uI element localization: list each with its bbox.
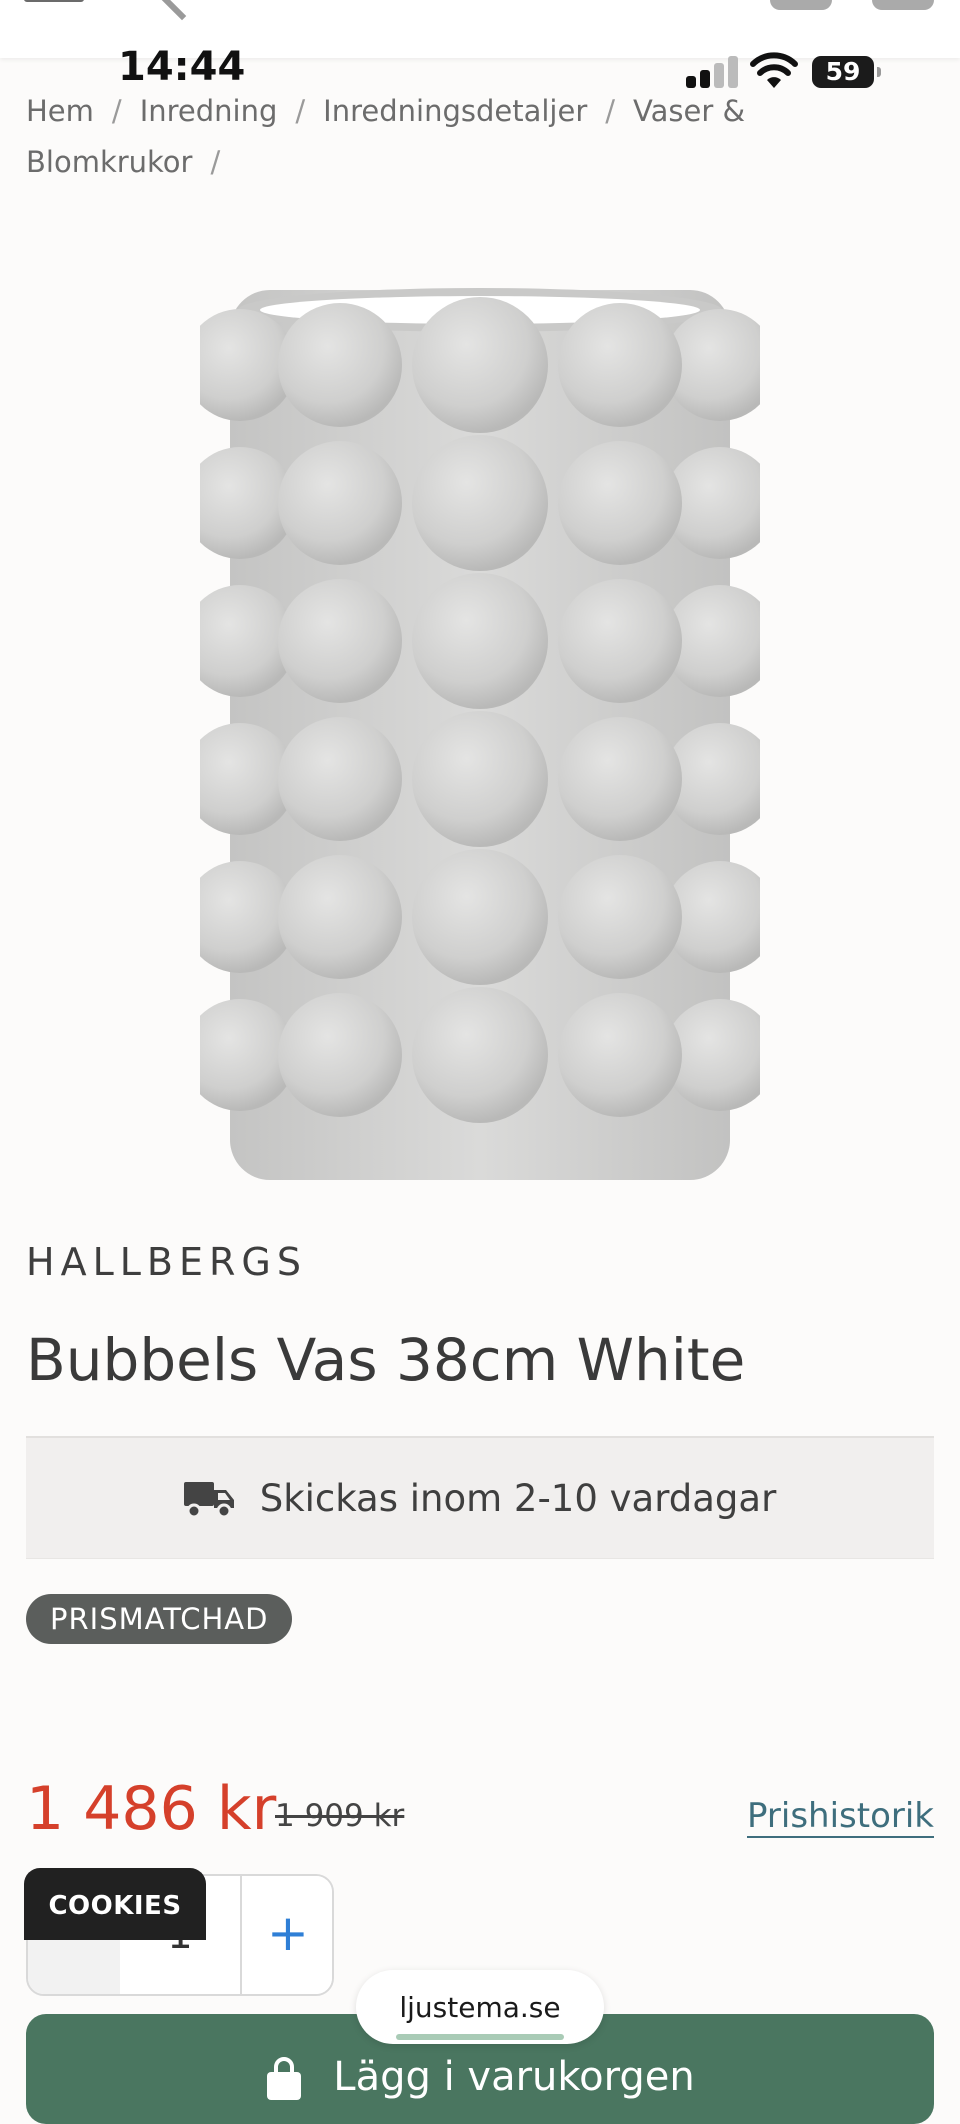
breadcrumb-item-inredningsdetaljer[interactable]: Inredningsdetaljer <box>323 94 587 128</box>
vase-bubble <box>558 855 682 979</box>
battery-indicator: 59 <box>812 56 881 88</box>
vase-bubble <box>412 711 548 847</box>
vase-bubble <box>278 441 402 565</box>
price-history-link[interactable]: Prishistorik <box>747 1796 934 1838</box>
prismatchad-badge: PRISMATCHAD <box>26 1594 293 1644</box>
breadcrumb-separator: / <box>605 94 616 128</box>
original-price: 1 909 kr <box>275 1798 405 1834</box>
vase-bubble <box>412 297 548 433</box>
vase-bubble <box>278 717 402 841</box>
cookies-button[interactable]: COOKIES <box>24 1868 206 1940</box>
vase-bubble <box>278 579 402 703</box>
status-time: 14:44 <box>118 44 246 90</box>
back-arrow-icon[interactable] <box>153 0 211 21</box>
menu-icon[interactable] <box>24 0 84 2</box>
vase-bubble <box>278 855 402 979</box>
breadcrumb-item-vaser-line1: Vaser & <box>633 94 746 128</box>
vase-bubble <box>558 993 682 1117</box>
product-image[interactable] <box>200 280 760 1200</box>
breadcrumb-separator: / <box>111 94 122 128</box>
cellular-signal-icon <box>686 56 738 88</box>
vase-bubble <box>412 987 548 1123</box>
vase-bubble <box>558 303 682 427</box>
breadcrumb-item-vaser-line2: Blomkrukor <box>26 145 193 179</box>
vase-bubble <box>412 573 548 709</box>
product-brand[interactable]: HALLBERGS <box>26 1240 307 1284</box>
shipping-info: Skickas inom 2-10 vardagar <box>26 1436 934 1559</box>
vase-bubble <box>558 441 682 565</box>
wifi-icon <box>750 52 798 88</box>
vase-bubble <box>412 435 548 571</box>
account-icon[interactable] <box>770 0 832 10</box>
breadcrumb: Hem / Inredning / Inredningsdetaljer / Vaser &… <box>26 86 936 188</box>
vase-bubble <box>558 717 682 841</box>
vase-bubble <box>278 303 402 427</box>
breadcrumb-separator: / <box>295 94 306 128</box>
vase-bubble <box>558 579 682 703</box>
truck-icon <box>183 1482 234 1518</box>
browser-url-bar[interactable]: ljustema.se <box>356 1970 604 2044</box>
vase-bubble <box>412 849 548 985</box>
current-price: 1 486 kr <box>26 1774 277 1844</box>
product-title: Bubbels Vas 38cm White <box>26 1326 746 1394</box>
quantity-increase-button[interactable]: + <box>240 1876 332 1994</box>
vase-bubble <box>278 993 402 1117</box>
cart-icon[interactable] <box>872 0 934 10</box>
breadcrumb-separator: / <box>210 145 221 179</box>
shipping-text: Skickas inom 2-10 vardagar <box>259 1476 777 1520</box>
shopping-bag-icon <box>267 2057 302 2100</box>
breadcrumb-item-inredning[interactable]: Inredning <box>140 94 278 128</box>
add-to-cart-label: Lägg i varukorgen <box>333 2054 695 2100</box>
breadcrumb-item-hem[interactable]: Hem <box>26 94 94 128</box>
